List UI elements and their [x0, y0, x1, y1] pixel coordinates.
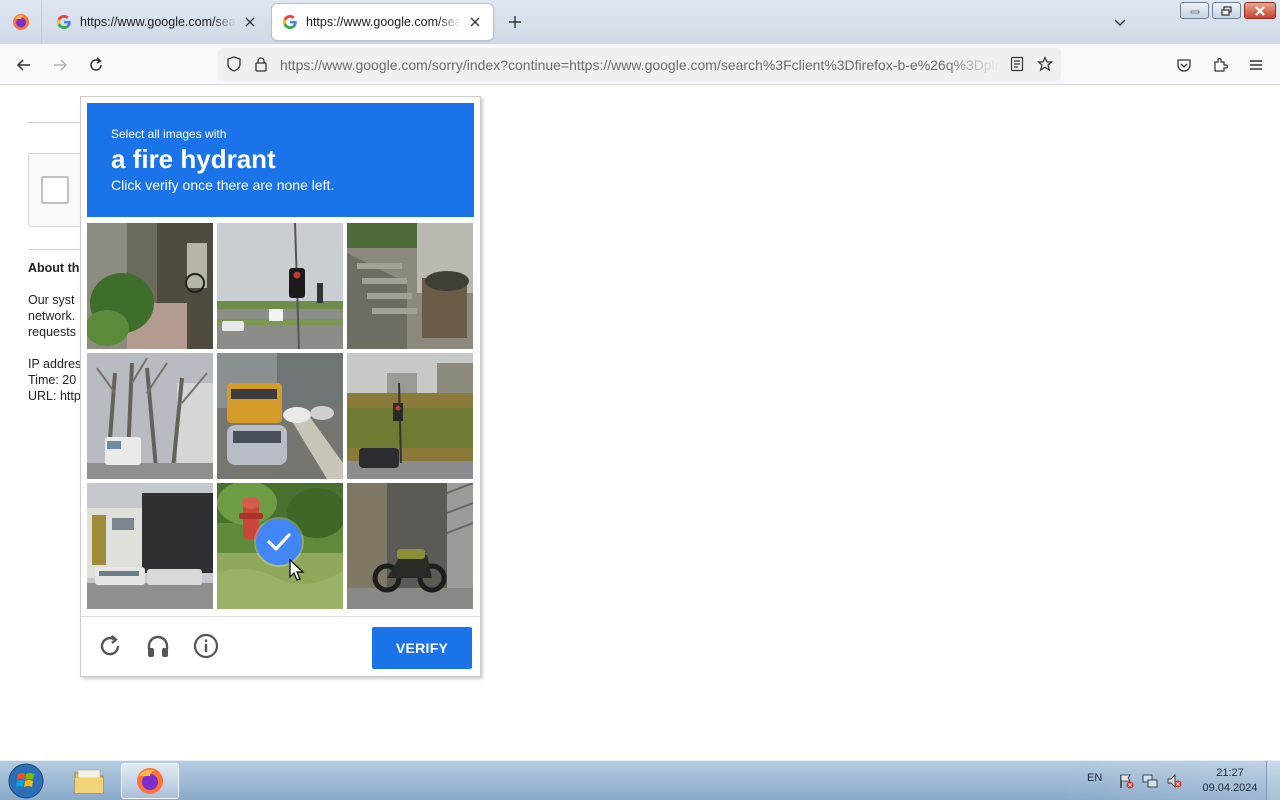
challenge-target: a fire hydrant	[111, 144, 276, 174]
file-explorer-icon[interactable]	[60, 763, 118, 799]
windows-start-icon[interactable]	[4, 762, 48, 800]
about-heading: About th	[28, 261, 80, 275]
reload-icon[interactable]	[83, 52, 109, 78]
image-tile-selected[interactable]	[217, 483, 343, 609]
lock-icon[interactable]	[252, 55, 270, 73]
close-window-icon[interactable]	[1244, 2, 1276, 19]
plus-icon[interactable]	[503, 10, 527, 34]
extensions-icon[interactable]	[1207, 52, 1233, 78]
tab-strip: https://www.google.com/search?client=fir…	[0, 0, 1280, 44]
tab-title: https://www.google.com/search?client=fir…	[80, 15, 236, 29]
image-tile[interactable]	[347, 223, 473, 349]
clock[interactable]: 21:27 09.04.2024	[1190, 766, 1270, 796]
divider	[28, 249, 88, 250]
image-tile[interactable]	[87, 353, 213, 479]
chevron-down-icon[interactable]	[1108, 10, 1132, 34]
firefox-menu-icon[interactable]	[0, 0, 42, 44]
reader-view-icon[interactable]	[1008, 55, 1026, 73]
challenge-header: Select all images with a fire hydrant Cl…	[87, 103, 474, 217]
system-tray: EN 21:27 09.04.2024	[1060, 761, 1280, 800]
navigation-toolbar: https://www.google.com/sorry/index?conti…	[0, 44, 1280, 85]
forward-arrow-icon[interactable]	[47, 52, 73, 78]
star-icon[interactable]	[1036, 55, 1054, 73]
instruction-subtext: Click verify once there are none left.	[111, 177, 335, 193]
back-arrow-icon[interactable]	[11, 52, 37, 78]
show-desktop-button[interactable]	[1266, 761, 1280, 800]
divider	[28, 122, 88, 123]
action-center-flag-icon[interactable]	[1118, 773, 1134, 789]
recaptcha-checkbox[interactable]	[41, 176, 69, 204]
clock-date: 09.04.2024	[1202, 782, 1258, 794]
minimize-icon[interactable]	[1180, 2, 1209, 19]
tab-inactive[interactable]: https://www.google.com/search?client=fir…	[46, 4, 268, 40]
recaptcha-challenge: Select all images with a fire hydrant Cl…	[80, 96, 481, 677]
firefox-taskbar-icon[interactable]	[121, 763, 179, 799]
image-tile[interactable]	[347, 483, 473, 609]
shield-icon[interactable]	[225, 55, 243, 73]
taskbar: EN 21:27 09.04.2024	[0, 760, 1280, 800]
google-g-icon	[57, 15, 71, 29]
image-grid	[87, 223, 474, 609]
challenge-footer: VERIFY	[81, 616, 480, 676]
hamburger-menu-icon[interactable]	[1243, 52, 1269, 78]
network-icon[interactable]	[1142, 773, 1158, 789]
body-line: requests	[28, 325, 76, 339]
close-icon[interactable]	[467, 14, 483, 30]
reload-icon[interactable]	[95, 631, 125, 661]
verify-button[interactable]: VERIFY	[372, 627, 472, 669]
url-text: https://www.google.com/sorry/index?conti…	[280, 57, 1000, 73]
image-tile[interactable]	[347, 353, 473, 479]
language-indicator[interactable]: EN	[1087, 772, 1102, 784]
window-controls	[1180, 2, 1276, 20]
volume-muted-icon[interactable]	[1166, 773, 1182, 789]
body-line: Our syst	[28, 293, 75, 307]
headphones-icon[interactable]	[143, 631, 173, 661]
tab-title: https://www.google.com/search?client=fir…	[306, 15, 461, 29]
clock-time: 21:27	[1216, 767, 1244, 779]
close-icon[interactable]	[242, 14, 258, 30]
body-line: network.	[28, 309, 76, 323]
url-label: URL: http	[28, 389, 81, 403]
image-tile[interactable]	[87, 483, 213, 609]
tab-active[interactable]: https://www.google.com/search?client=fir…	[272, 4, 493, 40]
ip-address-label: IP addres	[28, 357, 82, 371]
instruction-text: Select all images with	[111, 127, 227, 141]
restore-icon[interactable]	[1212, 2, 1241, 19]
pocket-icon[interactable]	[1171, 52, 1197, 78]
info-icon[interactable]	[191, 631, 221, 661]
url-bar[interactable]: https://www.google.com/sorry/index?conti…	[218, 48, 1061, 81]
image-tile[interactable]	[217, 223, 343, 349]
image-tile[interactable]	[87, 223, 213, 349]
google-g-icon	[283, 15, 297, 29]
checkmark-icon	[256, 519, 302, 565]
time-label: Time: 20	[28, 373, 77, 387]
image-tile[interactable]	[217, 353, 343, 479]
